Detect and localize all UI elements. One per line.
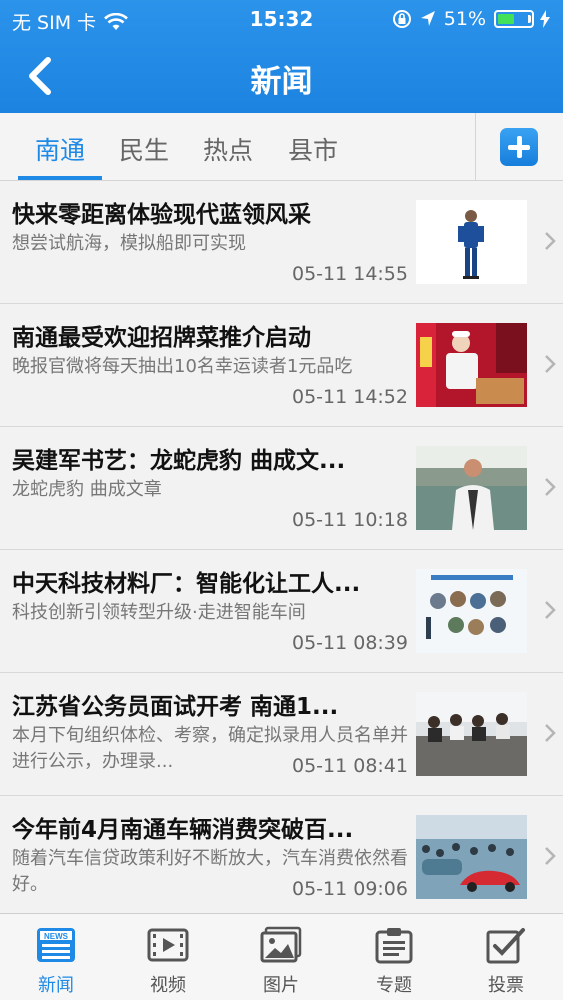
- tabbar-topics[interactable]: 专题: [338, 914, 450, 1000]
- tabbar-topics-label: 专题: [376, 975, 412, 996]
- vote-icon: [486, 928, 525, 964]
- tab-xianshi[interactable]: 县市: [288, 131, 338, 167]
- chevron-right-icon: [545, 601, 556, 619]
- news-item[interactable]: 吴建军书艺：龙蛇虎豹 曲成文... 龙蛇虎豹 曲成文章 05-11 10:18: [0, 427, 563, 550]
- news-item[interactable]: 今年前4月南通车辆消费突破百... 随着汽车信贷政策利好不断放大，汽车消费依然看…: [0, 796, 563, 919]
- active-tab-indicator: [18, 176, 102, 180]
- nav-bar: 新闻: [0, 40, 563, 113]
- news-time: 05-11 14:55: [291, 263, 408, 285]
- tab-nantong[interactable]: 南通: [35, 131, 85, 167]
- news-item[interactable]: 快来零距离体验现代蓝领风采 想尝试航海，模拟船即可实现 05-11 14:55: [0, 181, 563, 304]
- chevron-right-icon: [545, 232, 556, 250]
- news-thumbnail: [416, 815, 527, 899]
- tabbar-vote[interactable]: 投票: [450, 914, 562, 1000]
- news-item[interactable]: 南通最受欢迎招牌菜推介启动 晚报官微将每天抽出10名幸运读者1元品吃 05-11…: [0, 304, 563, 427]
- tab-redian[interactable]: 热点: [203, 131, 253, 167]
- news-thumbnail: [416, 569, 527, 653]
- chevron-right-icon: [545, 724, 556, 742]
- news-summary: 想尝试航海，模拟船即可实现: [12, 233, 246, 254]
- chevron-right-icon: [545, 847, 556, 865]
- chevron-right-icon: [545, 355, 556, 373]
- category-tabs: 南通 民生 热点 县市: [0, 113, 563, 181]
- tabbar-video[interactable]: 视频: [112, 914, 224, 1000]
- news-title: 南通最受欢迎招牌菜推介启动: [12, 325, 311, 351]
- status-bar: 无 SIM 卡 15:32 51%: [0, 0, 563, 38]
- news-title: 吴建军书艺：龙蛇虎豹 曲成文...: [12, 448, 346, 474]
- tabbar-pictures[interactable]: 图片: [225, 914, 337, 1000]
- bottom-tab-bar: NEWS 新闻 视频 图片 专题 投票: [0, 913, 563, 1000]
- battery-percent: 51%: [443, 8, 486, 30]
- svg-text:NEWS: NEWS: [44, 932, 69, 941]
- topic-icon: [375, 928, 413, 964]
- tabbar-vote-label: 投票: [488, 975, 524, 996]
- tabbar-pictures-label: 图片: [263, 975, 299, 996]
- news-summary: 龙蛇虎豹 曲成文章: [12, 479, 162, 500]
- news-title: 中天科技材料厂：智能化让工人...: [12, 571, 361, 597]
- news-title: 江苏省公务员面试开考 南通1...: [12, 694, 339, 720]
- news-time: 05-11 08:39: [291, 632, 408, 654]
- add-category-button[interactable]: [500, 128, 538, 166]
- chevron-right-icon: [545, 478, 556, 496]
- orientation-lock-icon: [392, 10, 411, 28]
- charging-icon: [540, 10, 550, 28]
- news-thumbnail: [416, 692, 527, 776]
- picture-icon: [260, 926, 302, 963]
- header-bar: 无 SIM 卡 15:32 51% 新闻: [0, 0, 563, 113]
- news-item[interactable]: 中天科技材料厂：智能化让工人... 科技创新引领转型升级·走进智能车间 05-1…: [0, 550, 563, 673]
- news-time: 05-11 09:06: [291, 878, 408, 900]
- news-icon: NEWS: [37, 928, 75, 962]
- page-title: 新闻: [250, 64, 313, 100]
- news-time: 05-11 10:18: [291, 509, 408, 531]
- location-icon: [420, 11, 435, 26]
- news-thumbnail: [416, 323, 527, 407]
- news-item[interactable]: 江苏省公务员面试开考 南通1... 本月下旬组织体检、考察，确定拟录用人员名单并…: [0, 673, 563, 796]
- video-icon: [147, 928, 189, 962]
- news-title: 今年前4月南通车辆消费突破百...: [12, 817, 354, 843]
- news-thumbnail: [416, 200, 527, 284]
- battery-icon: [494, 10, 534, 28]
- news-summary: 晚报官微将每天抽出10名幸运读者1元品吃: [12, 356, 353, 377]
- tabbar-video-label: 视频: [150, 975, 186, 996]
- news-title: 快来零距离体验现代蓝领风采: [12, 202, 311, 228]
- news-thumbnail: [416, 446, 527, 530]
- news-time: 05-11 08:41: [291, 755, 408, 777]
- news-list: 快来零距离体验现代蓝领风采 想尝试航海，模拟船即可实现 05-11 14:55 …: [0, 181, 563, 919]
- news-summary: 科技创新引领转型升级·走进智能车间: [12, 602, 306, 623]
- add-category-area: [475, 113, 563, 180]
- tabbar-news-label: 新闻: [38, 975, 74, 996]
- tab-minsheng[interactable]: 民生: [119, 131, 169, 167]
- tabbar-news[interactable]: NEWS 新闻: [0, 914, 112, 1000]
- news-time: 05-11 14:52: [291, 386, 408, 408]
